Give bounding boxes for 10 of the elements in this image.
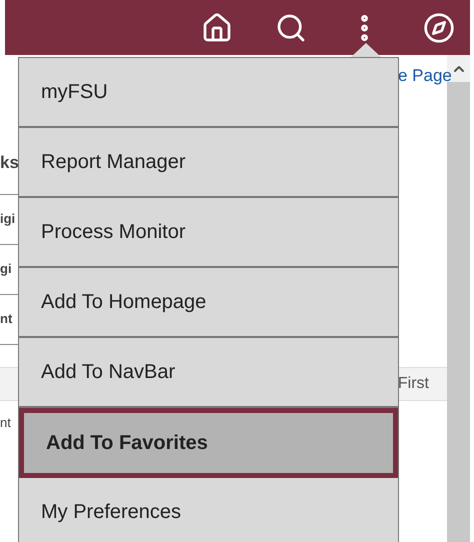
compass-icon[interactable] [422,11,455,44]
menu-item[interactable]: Add To Favorites [19,408,398,478]
menu-item[interactable]: My Preferences [19,478,398,542]
menu-item[interactable]: myFSU [19,58,398,128]
page-link[interactable]: e Page [398,63,452,88]
menu-item[interactable]: Add To Homepage [19,268,398,338]
menu-item[interactable]: Report Manager [19,128,398,198]
table-cell-text: nt [0,414,11,432]
menu-item[interactable]: Process Monitor [19,198,398,268]
table-header-text: First [398,374,429,394]
